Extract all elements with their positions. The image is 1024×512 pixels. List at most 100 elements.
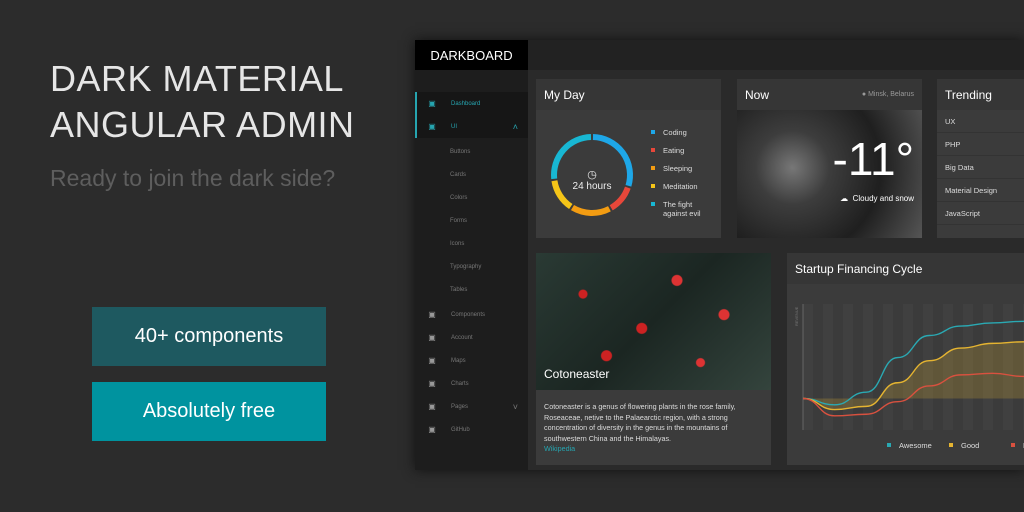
sidebar-item-label: Icons <box>450 240 465 247</box>
sidebar-item-cards[interactable]: Cards <box>415 163 528 186</box>
sidebar-item-label: Colors <box>450 194 468 201</box>
donut-center-label: 24 hours <box>572 181 612 192</box>
legend-item: Coding <box>651 128 717 137</box>
top-bar <box>528 40 1024 70</box>
legend-swatch <box>651 166 655 170</box>
map-icon: ▣ <box>428 355 436 365</box>
weather-card: Now ● Minsk, Belarus -11° ☁ Cloudy and sn… <box>737 79 922 238</box>
legend-swatch <box>651 130 655 134</box>
donut-segment <box>570 204 611 216</box>
sidebar-item-components[interactable]: ▣ Components <box>415 303 528 326</box>
trending-item[interactable]: JavaScript <box>937 202 1024 225</box>
temperature: -11° <box>832 133 914 185</box>
my-day-card: My Day ◷ 24 hours Coding Eating Sleeping Me… <box>536 79 721 238</box>
sidebar-item-buttons[interactable]: Buttons <box>415 140 528 163</box>
sidebar-item-tables[interactable]: Tables <box>415 278 528 301</box>
sidebar-item-label: Account <box>451 334 473 341</box>
legend-swatch <box>651 202 655 206</box>
sidebar-item-typography[interactable]: Typography <box>415 255 528 278</box>
condition: Cloudy and snow <box>852 194 914 203</box>
legend-item: The fight against evil <box>651 200 717 218</box>
dashboard-icon: ▣ <box>428 98 436 108</box>
trending-item[interactable]: PHP <box>937 133 1024 156</box>
sidebar-item-account[interactable]: ▣ Account <box>415 326 528 349</box>
trending-item[interactable]: Material Design <box>937 179 1024 202</box>
y-axis-label: REVENUE <box>794 306 799 326</box>
sidebar-item-forms[interactable]: Forms <box>415 209 528 232</box>
sidebar-item-label: Cards <box>450 171 467 178</box>
snowflake-image: -11° ☁ Cloudy and snow <box>737 110 922 238</box>
pages-icon: ▣ <box>428 401 436 411</box>
plant-card: Cotoneaster Cotoneaster is a genus of fl… <box>536 253 771 465</box>
sidebar-item-charts[interactable]: ▣ Charts <box>415 372 528 395</box>
grid-icon: ▣ <box>428 121 436 131</box>
trending-item[interactable]: Big Data <box>937 156 1024 179</box>
sidebar-item-maps[interactable]: ▣ Maps <box>415 349 528 372</box>
plant-image: Cotoneaster <box>536 253 771 390</box>
legend-label: Coding <box>663 128 687 137</box>
location: Minsk, Belarus <box>868 91 914 98</box>
free-button[interactable]: Absolutely free <box>92 382 326 441</box>
person-icon: ▣ <box>428 332 436 342</box>
sidebar-item-label: Buttons <box>450 148 471 155</box>
dashboard-window: DARKBOARD ▣ Dashboard ▣ UI ˄ Buttons Cards Colo… <box>415 40 1024 470</box>
legend-swatch <box>887 443 891 447</box>
sidebar-item-label: UI <box>451 123 457 130</box>
sidebar-item-github[interactable]: ▣ GitHub <box>415 418 528 441</box>
sidebar: ▣ Dashboard ▣ UI ˄ Buttons Cards Colors Forms Ico… <box>415 70 528 470</box>
card-title: Now <box>745 88 770 102</box>
components-button[interactable]: 40+ components <box>92 307 326 366</box>
legend-label: Good <box>961 441 979 450</box>
logo[interactable]: DARKBOARD <box>415 40 528 70</box>
sidebar-item-colors[interactable]: Colors <box>415 186 528 209</box>
grid-band <box>903 304 913 430</box>
plant-title: Cotoneaster <box>544 367 610 381</box>
legend-swatch <box>1011 443 1015 447</box>
sidebar-item-label: Forms <box>450 217 467 224</box>
card-title: Trending <box>937 79 1024 110</box>
legend-swatch <box>651 184 655 188</box>
grid-band <box>803 304 813 430</box>
grid-band <box>843 304 853 430</box>
legend-item: Eating <box>651 146 717 155</box>
grid-band <box>863 304 873 430</box>
title-line: ANGULAR ADMIN <box>50 104 355 145</box>
legend-label: Awesome <box>899 441 932 450</box>
components-icon: ▣ <box>428 309 436 319</box>
chart-icon: ▣ <box>428 378 436 388</box>
legend-item: Meditation <box>651 182 717 191</box>
sidebar-item-label: Maps <box>451 357 466 364</box>
legend-label: Eating <box>663 146 685 155</box>
sidebar-item-label: Charts <box>451 380 469 387</box>
legend-label: Meditation <box>663 182 698 191</box>
legend: Coding Eating Sleeping Meditation The fight … <box>651 128 717 227</box>
legend-label: Sleeping <box>663 164 693 173</box>
sidebar-item-dashboard[interactable]: ▣ Dashboard <box>415 92 528 115</box>
donut-center: ◷ 24 hours <box>547 168 637 192</box>
plant-description: Cotoneaster is a genus of flowering plan… <box>544 402 736 443</box>
sidebar-item-label: Tables <box>450 286 468 293</box>
legend-swatch <box>949 443 953 447</box>
grid-band <box>883 304 893 430</box>
chevron-down-icon[interactable]: ˅ <box>513 402 518 412</box>
wikipedia-link[interactable]: Wikipedia <box>536 444 771 453</box>
chevron-up-icon[interactable]: ˄ <box>513 122 518 132</box>
legend-item: Sleeping <box>651 164 717 173</box>
legend-label: The fight against evil <box>663 200 701 218</box>
sidebar-item-label: GitHub <box>451 426 470 433</box>
trending-card: Trending UX PHP Big Data Material Design Jav… <box>937 79 1024 238</box>
sidebar-item-label: Components <box>451 311 486 318</box>
card-title: My Day <box>536 79 721 110</box>
financing-chart: REVENUEAwesomeGoodFail <box>794 304 1024 450</box>
sidebar-item-icons[interactable]: Icons <box>415 232 528 255</box>
grid-band <box>823 304 833 430</box>
sidebar-item-label: Dashboard <box>451 100 481 107</box>
hero-title: DARK MATERIAL ANGULAR ADMIN <box>50 56 355 148</box>
title-line: DARK MATERIAL <box>50 58 344 99</box>
trending-item[interactable]: UX <box>937 110 1024 133</box>
clock-icon: ◷ <box>587 169 597 181</box>
sidebar-item-pages[interactable]: ▣ Pages ˅ <box>415 395 528 418</box>
sidebar-item-ui[interactable]: ▣ UI ˄ <box>415 115 528 138</box>
link-icon: ▣ <box>428 424 436 434</box>
sidebar-item-label: Typography <box>450 263 482 270</box>
